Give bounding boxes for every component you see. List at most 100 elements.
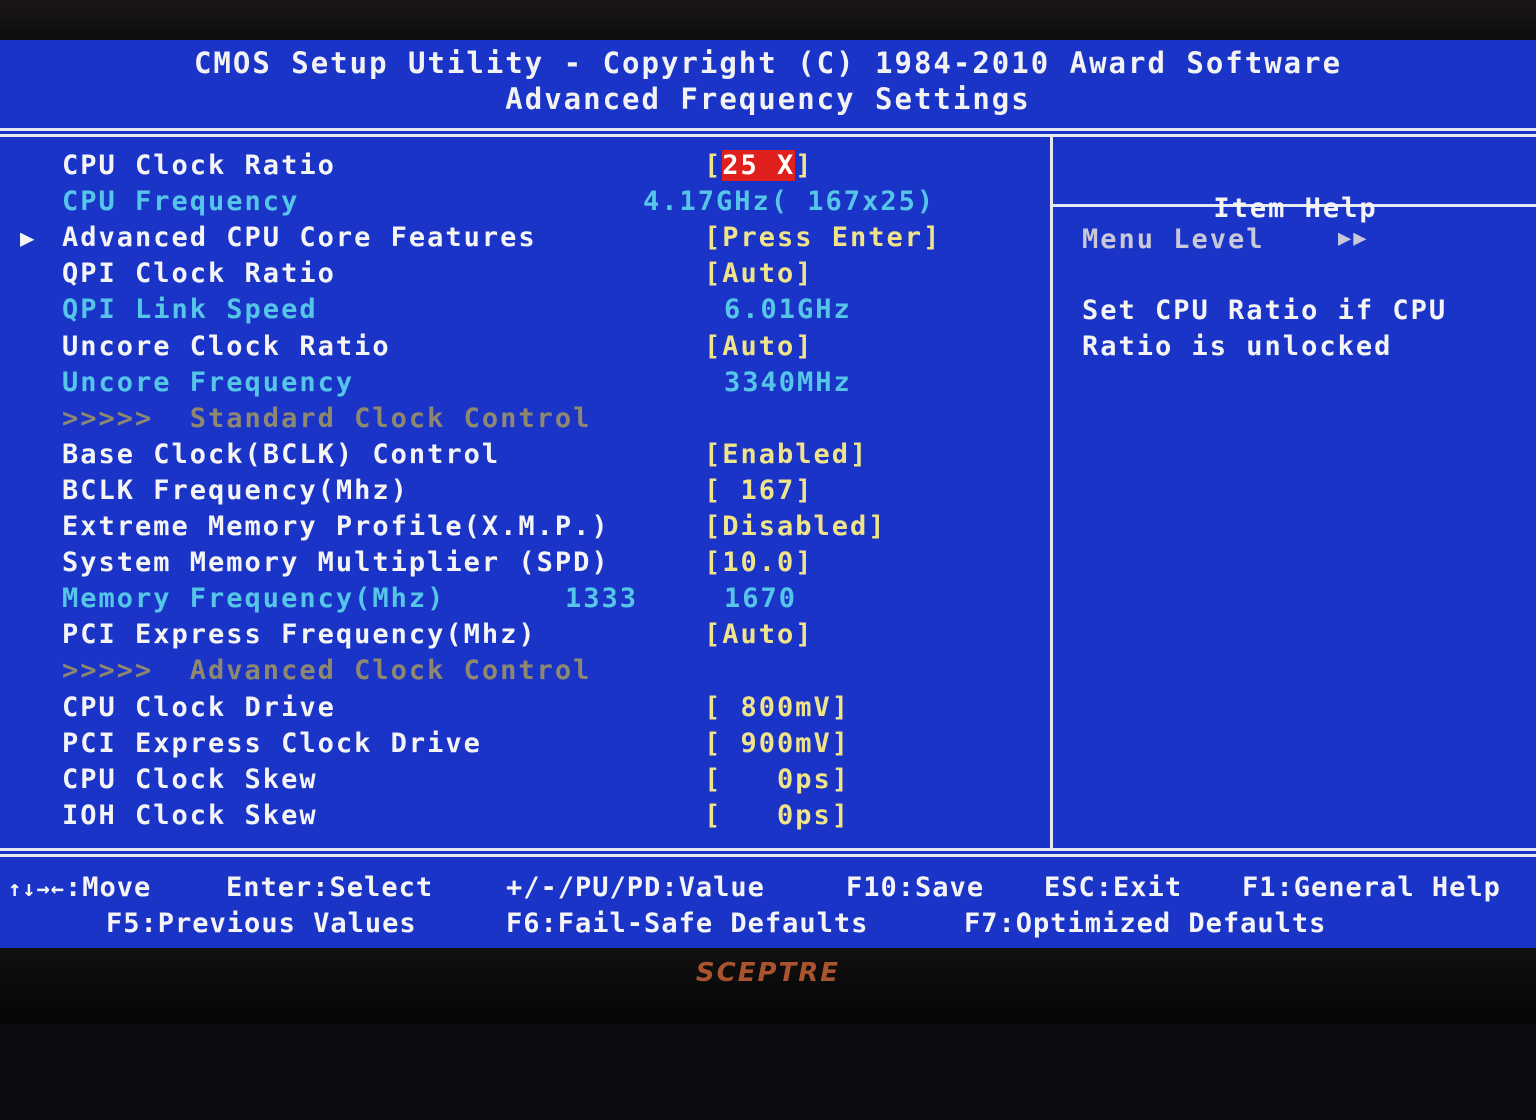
footer-key-failsafe: F6:Fail-Safe Defaults (506, 908, 869, 939)
bracket-right: ] (795, 150, 814, 181)
footer-action-select: Select (329, 872, 434, 903)
setting-value[interactable]: [Auto] (704, 258, 814, 289)
monitor-bezel-top (0, 0, 1536, 40)
setting-label: Advanced CPU Core Features (62, 222, 537, 253)
footer-key-exit: ESC:Exit (1044, 872, 1183, 903)
setting-label: IOH Clock Skew (62, 800, 318, 831)
footer-action-previous-values: Previous Values (157, 908, 417, 939)
setting-label: System Memory Multiplier (SPD) (62, 547, 610, 578)
setting-value[interactable]: [ 800mV] (704, 692, 850, 723)
bios-title: CMOS Setup Utility - Copyright (C) 1984-… (193, 46, 1343, 80)
footer-action-optimized-defaults: Optimized Defaults (1015, 908, 1327, 939)
menu-level-label: Menu Level (1082, 224, 1265, 255)
setting-label: >>>>> Standard Clock Control (62, 403, 592, 434)
setting-value: 6.01GHz (724, 294, 852, 325)
setting-label: PCI Express Frequency(Mhz) (62, 619, 537, 650)
setting-row-pci-express-frequency-mhz[interactable]: PCI Express Frequency(Mhz) [Auto] (0, 619, 1050, 655)
sceptre-logo: SCEPTRE (695, 958, 841, 988)
setting-row-cpu-clock-skew[interactable]: CPU Clock Skew [ 0ps] (0, 764, 1050, 800)
setting-value: 1670 (724, 583, 798, 614)
page-title: Advanced Frequency Settings (505, 82, 1031, 116)
setting-value[interactable]: [Auto] (704, 619, 814, 650)
footer-key-help: F1:General Help (1242, 872, 1501, 903)
footer-key-f10: F10 (846, 872, 898, 903)
footer-divider (0, 848, 1536, 851)
setting-label: QPI Link Speed (62, 294, 318, 325)
setting-label: CPU Clock Skew (62, 764, 318, 795)
setting-label: Uncore Frequency (62, 367, 355, 398)
bracket-left: [ (704, 150, 723, 181)
setting-row-bclk-frequency-mhz[interactable]: BCLK Frequency(Mhz) [ 167] (0, 475, 1050, 511)
help-description-line2: Ratio is unlocked (1082, 331, 1393, 362)
setting-label: Uncore Clock Ratio (62, 331, 391, 362)
footer-key-select: Enter:Select (226, 872, 434, 903)
footer-action-save: Save (915, 872, 985, 903)
setting-row-ioh-clock-skew[interactable]: IOH Clock Skew [ 0ps] (0, 800, 1050, 836)
setting-value[interactable]: [Press Enter] (704, 222, 941, 253)
setting-row-advanced-cpu-core-features[interactable]: ▶ Advanced CPU Core Features [Press Enter] (0, 222, 1050, 258)
footer-key-enter: Enter (226, 872, 313, 903)
setting-value[interactable]: [Enabled] (704, 439, 868, 470)
setting-label: CPU Clock Ratio (62, 150, 336, 181)
setting-label: BCLK Frequency(Mhz) (62, 475, 409, 506)
setting-row-base-clock-bclk-control[interactable]: Base Clock(BCLK) Control [Enabled] (0, 439, 1050, 475)
footer-key-move: ↑↓→←:Move (8, 872, 152, 903)
setting-row-cpu-frequency: CPU Frequency 4.17GHz( 167x25) (0, 186, 1050, 222)
setting-value[interactable]: [ 900mV] (704, 728, 850, 759)
footer-action-exit: Exit (1113, 872, 1183, 903)
setting-value[interactable]: [ 167] (704, 475, 814, 506)
footer-divider-inner (0, 854, 1536, 857)
footer-key-save: F10:Save (846, 872, 985, 903)
setting-value[interactable]: [Disabled] (704, 511, 887, 542)
submenu-pointer-icon: ▶ (20, 224, 37, 252)
help-panel-divider (1050, 134, 1053, 848)
setting-default-value: 1333 (565, 583, 639, 614)
footer-key-value: +/-/PU/PD:Value (506, 872, 765, 903)
setting-value: 4.17GHz( 167x25) (643, 186, 936, 217)
setting-label: PCI Express Clock Drive (62, 728, 482, 759)
setting-value: 3340MHz (724, 367, 852, 398)
header-divider-inner (0, 134, 1536, 137)
footer-action-general-help: General Help (1293, 872, 1501, 903)
footer-action-move: Move (82, 872, 152, 903)
footer-action-value: Value (678, 872, 765, 903)
item-help-title: Item Help (1213, 193, 1378, 224)
footer-key-optimized: F7:Optimized Defaults (964, 908, 1327, 939)
footer-key-f7: F7 (964, 908, 999, 939)
footer-key-previous: F5:Previous Values (106, 908, 417, 939)
setting-row-cpu-clock-drive[interactable]: CPU Clock Drive [ 800mV] (0, 692, 1050, 728)
help-description-line1: Set CPU Ratio if CPU (1082, 295, 1448, 326)
setting-row-qpi-link-speed: QPI Link Speed 6.01GHz (0, 294, 1050, 330)
setting-row-system-memory-multiplier-spd[interactable]: System Memory Multiplier (SPD) [10.0] (0, 547, 1050, 583)
section-header-standard-clock-control: >>>>> Standard Clock Control (0, 403, 1050, 439)
setting-row-pci-express-clock-drive[interactable]: PCI Express Clock Drive [ 900mV] (0, 728, 1050, 764)
footer-key-f1: F1 (1242, 872, 1277, 903)
setting-value[interactable]: [ 0ps] (704, 800, 850, 831)
setting-value[interactable]: [10.0] (704, 547, 814, 578)
setting-label: CPU Frequency (62, 186, 300, 217)
setting-row-uncore-clock-ratio[interactable]: Uncore Clock Ratio [Auto] (0, 331, 1050, 367)
setting-label: Memory Frequency(Mhz) (62, 583, 446, 614)
setting-label: >>>>> Advanced Clock Control (62, 655, 592, 686)
setting-label: Extreme Memory Profile(X.M.P.) (62, 511, 610, 542)
setting-row-memory-frequency-mhz: Memory Frequency(Mhz) 1333 1670 (0, 583, 1050, 619)
setting-row-cpu-clock-ratio[interactable]: CPU Clock Ratio [25 X] (0, 150, 1050, 186)
footer-key-f6: F6 (506, 908, 541, 939)
selected-value-highlight[interactable]: 25 X (722, 150, 796, 181)
setting-value[interactable]: [25 X] (704, 150, 814, 181)
setting-label: Base Clock(BCLK) Control (62, 439, 501, 470)
footer-action-failsafe-defaults: Fail-Safe Defaults (557, 908, 869, 939)
setting-label: CPU Clock Drive (62, 692, 336, 723)
setting-row-extreme-memory-profile-x-m-p[interactable]: Extreme Memory Profile(X.M.P.) [Disabled] (0, 511, 1050, 547)
arrow-keys-icon: ↑↓→← (8, 877, 65, 902)
setting-label: QPI Clock Ratio (62, 258, 336, 289)
setting-value[interactable]: [ 0ps] (704, 764, 850, 795)
menu-level-arrows-icon: ▶▶ (1338, 226, 1369, 251)
footer-key-f5: F5 (106, 908, 141, 939)
setting-row-qpi-clock-ratio[interactable]: QPI Clock Ratio [Auto] (0, 258, 1050, 294)
header-divider (0, 128, 1536, 131)
footer-key-esc: ESC (1044, 872, 1096, 903)
bios-screen: CMOS Setup Utility - Copyright (C) 1984-… (0, 40, 1536, 948)
section-header-advanced-clock-control: >>>>> Advanced Clock Control (0, 655, 1050, 691)
setting-value[interactable]: [Auto] (704, 331, 814, 362)
